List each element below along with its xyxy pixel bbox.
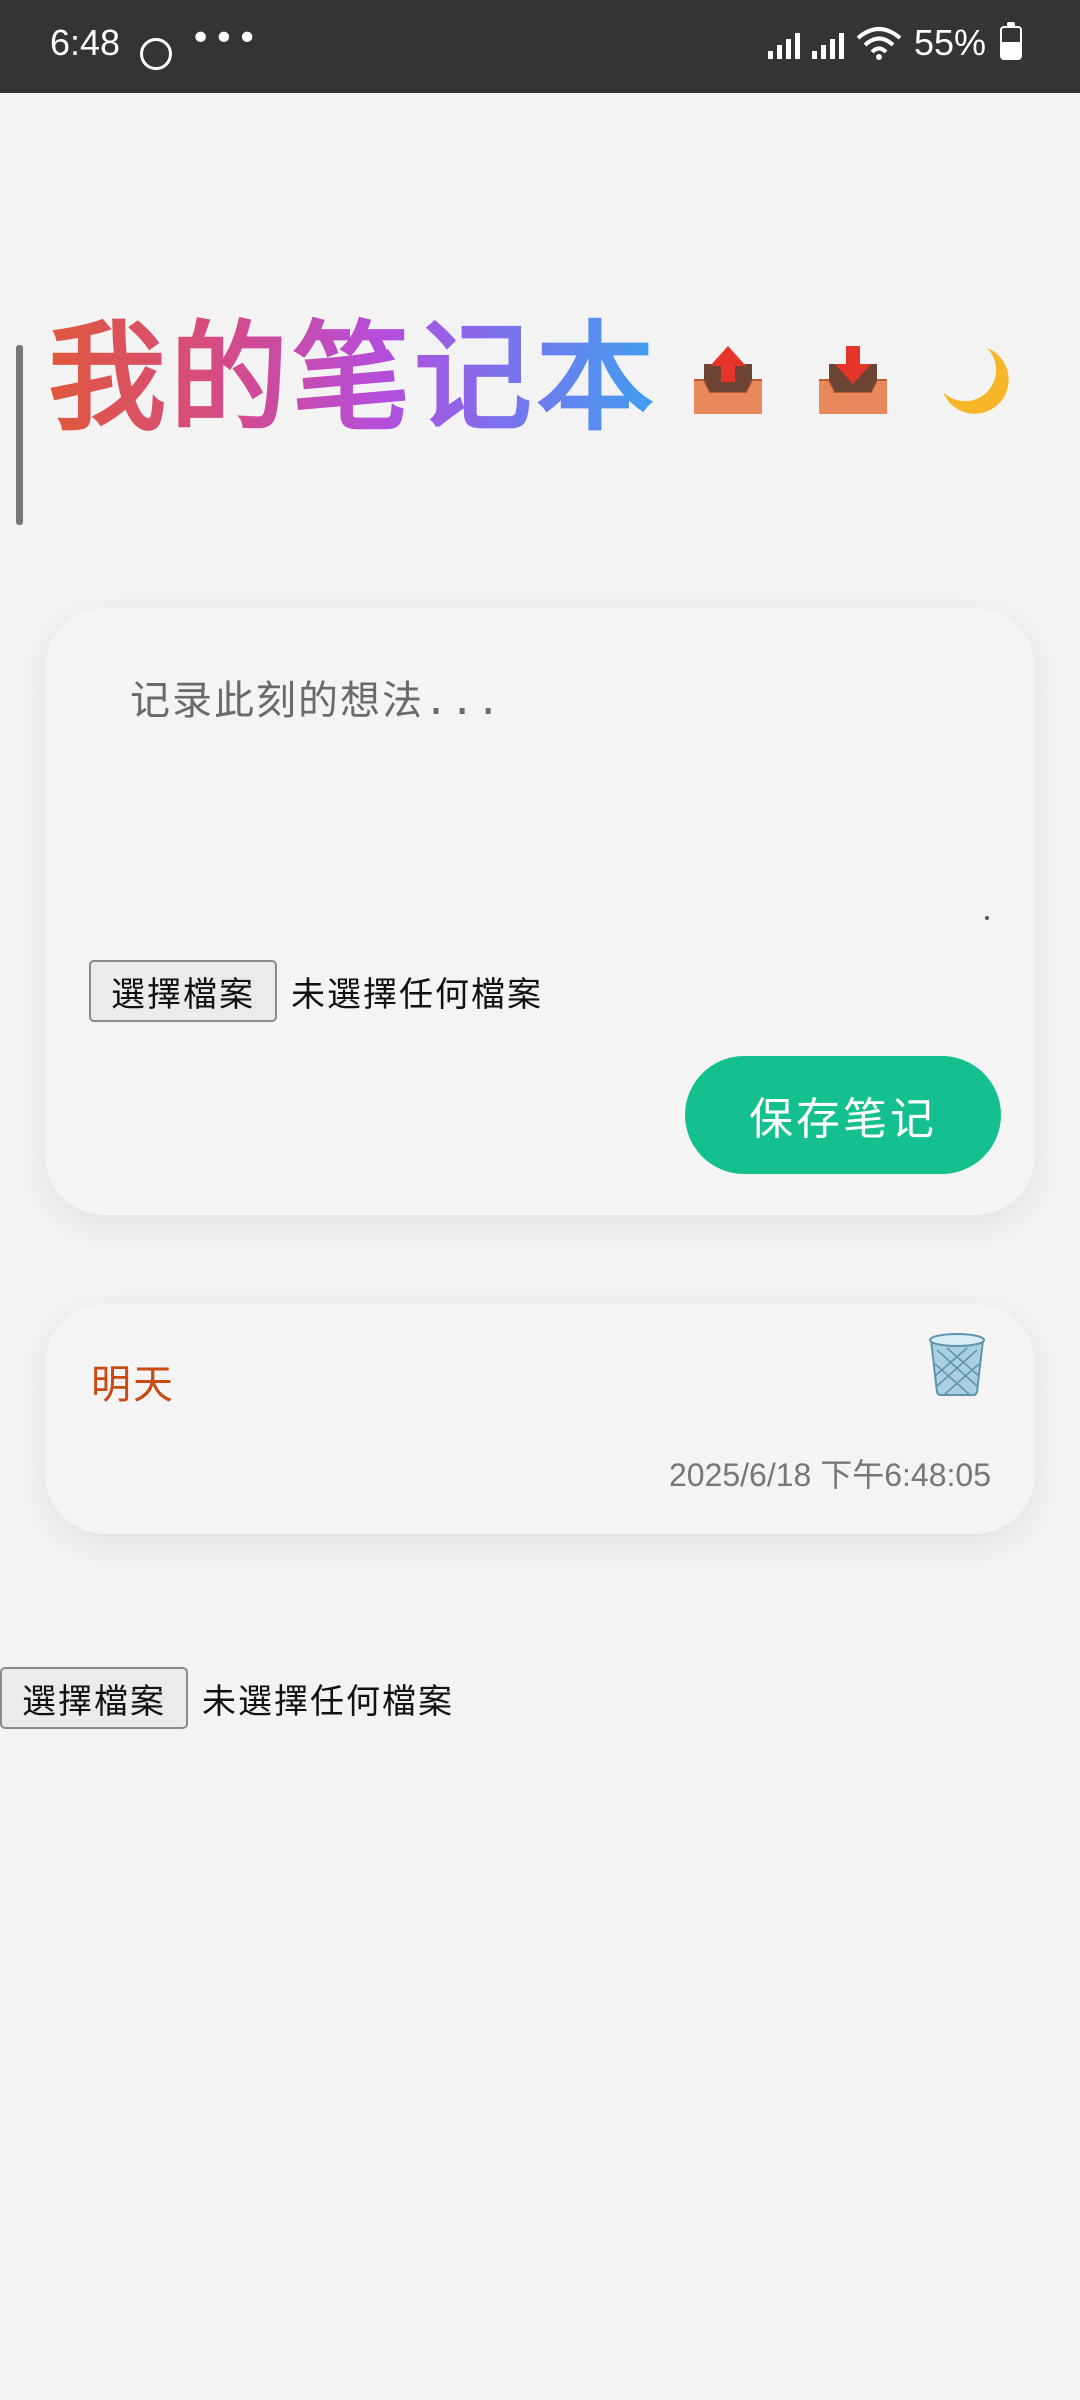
battery-percentage: 55% xyxy=(913,22,986,63)
status-bar: 6:48 ••• 55% xyxy=(0,0,1080,93)
outbox-tray-icon[interactable] xyxy=(688,340,768,420)
file-status-text: 未選擇任何檔案 xyxy=(291,974,543,1015)
note-timestamp: 2025/6/18 下午6:48:05 xyxy=(668,1457,991,1493)
battery-icon xyxy=(1000,22,1022,60)
side-accent-bar xyxy=(16,345,23,525)
note-composer-card: 選擇檔案 未選擇任何檔案 保存笔记 xyxy=(45,608,1035,1215)
page-title: 我的笔记本 xyxy=(48,309,659,447)
inbox-tray-icon[interactable] xyxy=(813,340,893,420)
choose-file-button-2[interactable]: 選擇檔案 xyxy=(0,1667,188,1729)
privacy-indicator-icon xyxy=(140,38,172,70)
note-text: 明天 xyxy=(91,1362,175,1408)
cellular-signal-icon-2 xyxy=(811,27,844,59)
wifi-icon xyxy=(856,27,902,60)
composer-file-input: 選擇檔案 未選擇任何檔案 xyxy=(89,960,543,1022)
crescent-moon-icon[interactable] xyxy=(935,340,1015,420)
note-card[interactable]: 明天 2025/6/18 下午6:48:05 xyxy=(45,1304,1035,1534)
file-status-text-2: 未選擇任何檔案 xyxy=(202,1681,454,1722)
wastebasket-icon[interactable] xyxy=(925,1330,989,1396)
textarea-resize-handle[interactable] xyxy=(985,916,989,920)
more-notifications-icon: ••• xyxy=(190,18,260,59)
cellular-signal-icon xyxy=(767,27,800,59)
note-textarea[interactable] xyxy=(90,668,990,928)
status-right-group: 55% xyxy=(767,22,1022,64)
status-time: 6:48 xyxy=(50,22,121,63)
choose-file-button[interactable]: 選擇檔案 xyxy=(89,960,277,1022)
extra-file-input: 選擇檔案 未選擇任何檔案 xyxy=(0,1667,454,1729)
save-note-button[interactable]: 保存笔记 xyxy=(685,1056,1001,1174)
